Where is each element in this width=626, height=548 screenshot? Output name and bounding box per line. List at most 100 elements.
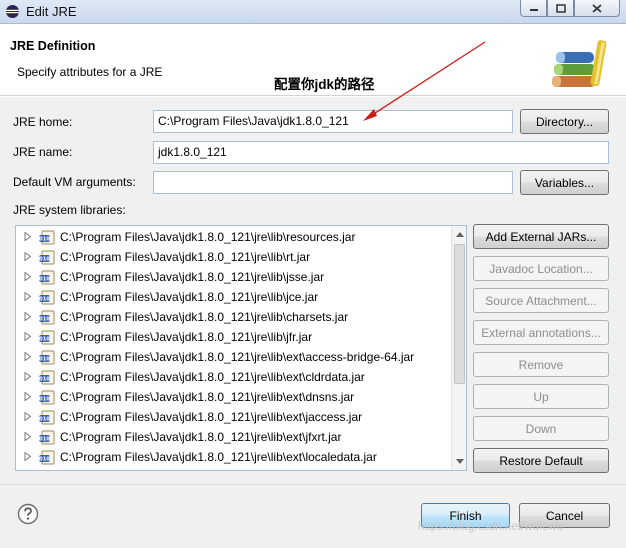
expand-icon[interactable] — [24, 252, 32, 261]
list-item[interactable]: 010 C:\Program Files\Java\jdk1.8.0_121\jr… — [16, 267, 452, 287]
expand-icon[interactable] — [24, 432, 32, 441]
library-path: C:\Program Files\Java\jdk1.8.0_121\jre\l… — [60, 470, 365, 471]
vm-args-input[interactable] — [153, 171, 513, 194]
library-path: C:\Program Files\Java\jdk1.8.0_121\jre\l… — [60, 390, 355, 404]
expand-icon[interactable] — [24, 332, 32, 341]
eclipse-icon — [6, 5, 19, 18]
up-button[interactable]: Up — [473, 384, 609, 409]
expand-icon[interactable] — [24, 452, 32, 461]
minimize-icon — [529, 9, 538, 11]
libraries-list[interactable]: 010 C:\Program Files\Java\jdk1.8.0_121\jr… — [15, 225, 467, 471]
jar-icon: 010 — [39, 330, 55, 345]
svg-text:010: 010 — [39, 297, 50, 303]
minimize-button[interactable] — [520, 0, 547, 17]
source-attachment-button[interactable]: Source Attachment... — [473, 288, 609, 313]
library-path: C:\Program Files\Java\jdk1.8.0_121\jre\l… — [60, 290, 319, 304]
svg-text:010: 010 — [39, 377, 50, 383]
library-path: C:\Program Files\Java\jdk1.8.0_121\jre\l… — [60, 430, 342, 444]
javadoc-location-button[interactable]: Javadoc Location... — [473, 256, 609, 281]
jar-icon: 010 — [39, 390, 55, 405]
list-item[interactable]: 010 C:\Program Files\Java\jdk1.8.0_121\jr… — [16, 247, 452, 267]
directory-button[interactable]: Directory... — [520, 109, 609, 134]
svg-text:010: 010 — [39, 437, 50, 443]
libraries-label: JRE system libraries: — [13, 203, 126, 217]
svg-text:010: 010 — [39, 257, 50, 263]
expand-icon[interactable] — [24, 392, 32, 401]
list-item[interactable]: 010 C:\Program Files\Java\jdk1.8.0_121\jr… — [16, 287, 452, 307]
jre-name-input[interactable]: jdk1.8.0_121 — [153, 141, 609, 164]
close-button[interactable] — [574, 0, 620, 17]
list-item[interactable]: 010 C:\Program Files\Java\jdk1.8.0_121\jr… — [16, 447, 452, 467]
library-path: C:\Program Files\Java\jdk1.8.0_121\jre\l… — [60, 270, 325, 284]
list-item[interactable]: 010 C:\Program Files\Java\jdk1.8.0_121\jr… — [16, 347, 452, 367]
jar-icon: 010 — [39, 230, 55, 245]
jar-icon: 010 — [39, 470, 55, 471]
window-title: Edit JRE — [26, 4, 77, 19]
vm-args-label: Default VM arguments: — [13, 175, 136, 189]
header-description: Specify attributes for a JRE — [17, 65, 163, 79]
maximize-button[interactable] — [547, 0, 574, 17]
list-item[interactable]: 010 C:\Program Files\Java\jdk1.8.0_121\jr… — [16, 327, 452, 347]
list-item[interactable]: 010 C:\Program Files\Java\jdk1.8.0_121\jr… — [16, 307, 452, 327]
jar-icon: 010 — [39, 270, 55, 285]
watermark: https://blog.csdn.net/wdfewu — [418, 521, 564, 533]
libraries-scrollbar[interactable] — [451, 226, 466, 470]
jar-icon: 010 — [39, 250, 55, 265]
variables-button[interactable]: Variables... — [520, 170, 609, 195]
expand-icon[interactable] — [24, 372, 32, 381]
footer-separator — [0, 484, 626, 485]
scroll-up-icon[interactable] — [456, 231, 464, 237]
jar-icon: 010 — [39, 430, 55, 445]
list-item[interactable]: 010 C:\Program Files\Java\jdk1.8.0_121\jr… — [16, 427, 452, 447]
expand-icon[interactable] — [24, 312, 32, 321]
jar-icon: 010 — [39, 350, 55, 365]
title-bar: Edit JRE — [0, 0, 626, 24]
jar-icon: 010 — [39, 370, 55, 385]
dialog-body: JRE home: C:\Program Files\Java\jdk1.8.0… — [0, 97, 626, 548]
expand-icon[interactable] — [24, 292, 32, 301]
jre-home-label: JRE home: — [13, 115, 73, 129]
library-path: C:\Program Files\Java\jdk1.8.0_121\jre\l… — [60, 230, 356, 244]
list-item[interactable]: 010 C:\Program Files\Java\jdk1.8.0_121\jr… — [16, 227, 452, 247]
expand-icon[interactable] — [24, 412, 32, 421]
external-annotations-button[interactable]: External annotations... — [473, 320, 609, 345]
library-path: C:\Program Files\Java\jdk1.8.0_121\jre\l… — [60, 410, 363, 424]
library-path: C:\Program Files\Java\jdk1.8.0_121\jre\l… — [60, 330, 313, 344]
books-icon — [552, 40, 607, 87]
svg-text:010: 010 — [39, 357, 50, 363]
svg-text:010: 010 — [39, 457, 50, 463]
library-path: C:\Program Files\Java\jdk1.8.0_121\jre\l… — [60, 310, 349, 324]
list-item[interactable]: 010 C:\Program Files\Java\jdk1.8.0_121\jr… — [16, 467, 452, 471]
library-path: C:\Program Files\Java\jdk1.8.0_121\jre\l… — [60, 450, 377, 464]
list-item[interactable]: 010 C:\Program Files\Java\jdk1.8.0_121\jr… — [16, 387, 452, 407]
restore-default-button[interactable]: Restore Default — [473, 448, 609, 473]
svg-text:010: 010 — [39, 417, 50, 423]
list-item[interactable]: 010 C:\Program Files\Java\jdk1.8.0_121\jr… — [16, 367, 452, 387]
jre-name-label: JRE name: — [13, 145, 73, 159]
dialog-header: JRE Definition Specify attributes for a … — [0, 24, 626, 96]
down-button[interactable]: Down — [473, 416, 609, 441]
expand-icon[interactable] — [24, 272, 32, 281]
close-icon — [592, 3, 602, 13]
jar-icon: 010 — [39, 410, 55, 425]
scroll-thumb[interactable] — [454, 244, 465, 384]
help-icon[interactable] — [17, 503, 39, 525]
add-external-jars-button[interactable]: Add External JARs... — [473, 224, 609, 249]
header-title: JRE Definition — [10, 39, 96, 53]
expand-icon[interactable] — [24, 352, 32, 361]
svg-text:010: 010 — [39, 317, 50, 323]
library-path: C:\Program Files\Java\jdk1.8.0_121\jre\l… — [60, 250, 311, 264]
remove-button[interactable]: Remove — [473, 352, 609, 377]
expand-icon[interactable] — [24, 232, 32, 241]
jar-icon: 010 — [39, 290, 55, 305]
scroll-down-icon[interactable] — [456, 459, 464, 465]
svg-text:010: 010 — [39, 277, 50, 283]
library-path: C:\Program Files\Java\jdk1.8.0_121\jre\l… — [60, 370, 365, 384]
list-item[interactable]: 010 C:\Program Files\Java\jdk1.8.0_121\jr… — [16, 407, 452, 427]
jar-icon: 010 — [39, 310, 55, 325]
jre-home-input[interactable]: C:\Program Files\Java\jdk1.8.0_121 — [153, 110, 513, 133]
svg-text:010: 010 — [39, 337, 50, 343]
maximize-icon — [555, 3, 566, 13]
svg-text:010: 010 — [39, 237, 50, 243]
annotation-text: 配置你jdk的路径 — [274, 77, 375, 92]
